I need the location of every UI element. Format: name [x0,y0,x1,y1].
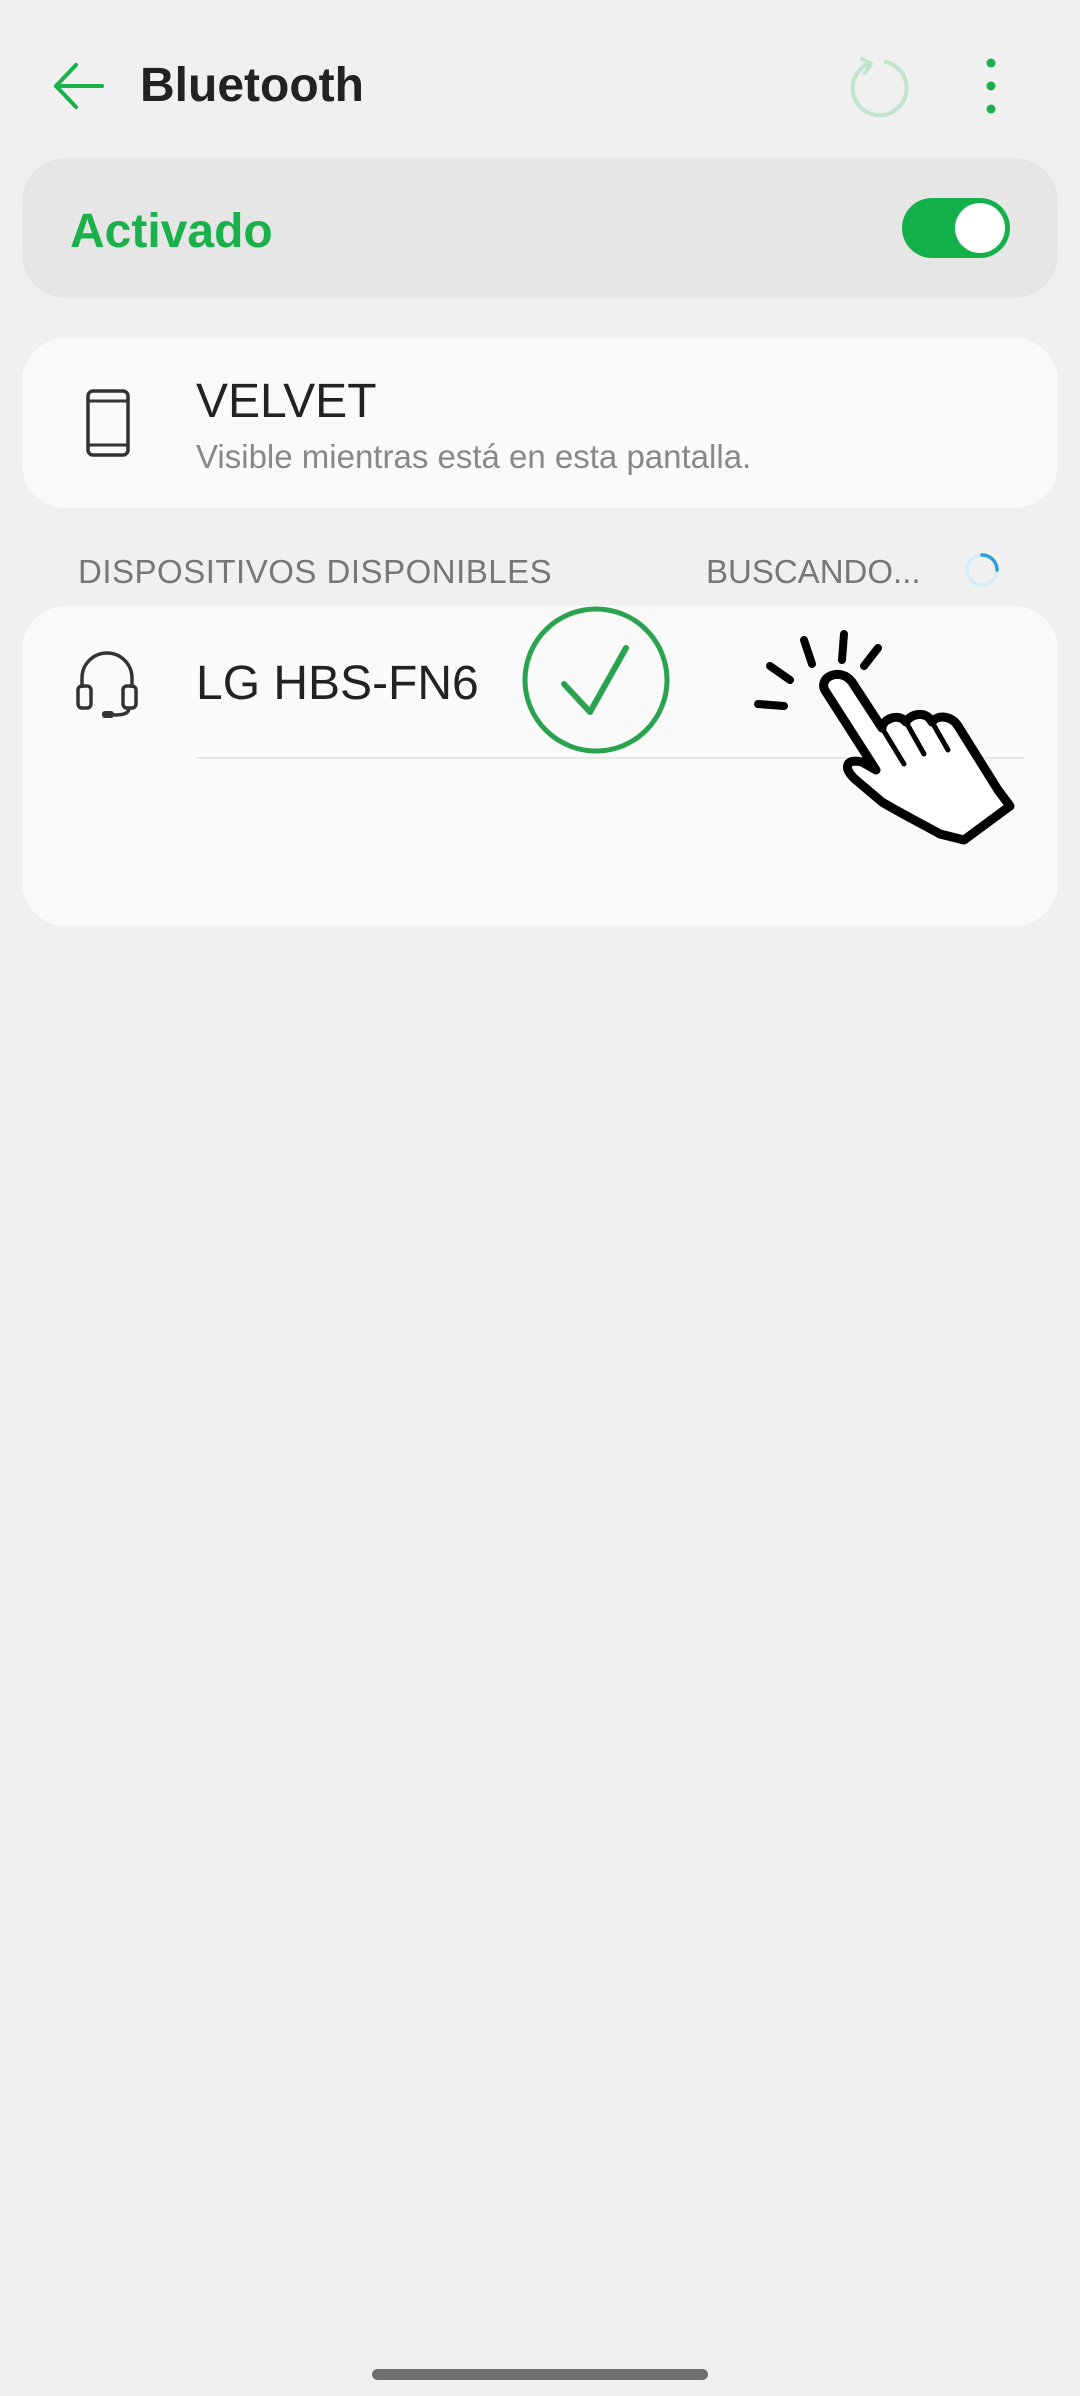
device-name: VELVET [196,375,377,428]
switch-knob [955,203,1005,253]
refresh-icon[interactable] [848,55,910,118]
device-label: LG HBS-FN6 [196,657,479,710]
bluetooth-settings-screen: Bluetooth Activado VELVET Visible mientr… [0,0,1080,2396]
arrow-left-icon[interactable] [50,55,112,117]
home-indicator[interactable] [372,2369,708,2380]
phone-icon [82,388,134,458]
loading-spinner-icon [962,550,1002,590]
more-vert-icon[interactable] [968,55,1014,117]
bluetooth-status-label: Activado [70,205,273,258]
bluetooth-switch[interactable] [902,198,1010,258]
scan-status: BUSCANDO... [706,553,921,590]
page-title: Bluetooth [140,59,364,112]
tap-hand-icon [754,630,1024,865]
checkmark-circle-icon [520,604,672,756]
this-device-card[interactable]: VELVET Visible mientras está en esta pan… [22,338,1058,508]
app-bar: Bluetooth [0,0,1080,170]
bluetooth-toggle-row[interactable]: Activado [22,158,1058,298]
device-visibility-text: Visible mientras está en esta pantalla. [196,438,752,475]
available-devices-header: DISPOSITIVOS DISPONIBLES [78,553,553,590]
headset-icon [74,648,140,720]
